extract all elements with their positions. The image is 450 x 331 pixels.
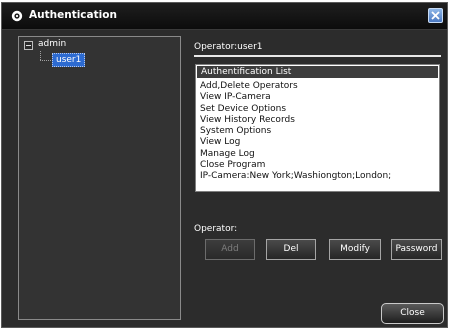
list-item[interactable]: Set Device Options xyxy=(200,104,391,115)
close-button[interactable]: Close xyxy=(381,303,444,324)
password-button[interactable]: Password xyxy=(391,239,442,260)
tree-node-user1[interactable]: user1 xyxy=(52,53,86,67)
list-item[interactable]: View History Records xyxy=(200,115,391,126)
list-item[interactable]: Add,Delete Operators xyxy=(200,81,391,92)
authentication-items: Add,Delete Operators View IP-Camera Set … xyxy=(200,81,391,183)
tree-connector xyxy=(40,51,42,60)
operator-label: Operator: xyxy=(194,224,238,234)
tree-connector xyxy=(40,60,51,62)
authentication-list-header: Authentification List xyxy=(197,66,438,78)
operator-heading: Operator:user1 xyxy=(194,42,263,52)
window-title: Authentication xyxy=(29,9,117,21)
operator-tree[interactable]: admin user1 xyxy=(18,36,181,320)
tree-node-admin[interactable]: admin xyxy=(38,39,66,49)
list-item[interactable]: System Options xyxy=(200,126,391,137)
list-item[interactable]: Close Program xyxy=(200,160,391,171)
divider xyxy=(194,55,441,57)
authentication-list[interactable]: Authentification List Add,Delete Operato… xyxy=(195,64,440,192)
list-item[interactable]: IP-Camera:New York;Washiongton;London; xyxy=(200,171,391,182)
list-item[interactable]: View IP-Camera xyxy=(200,92,391,103)
list-item[interactable]: View Log xyxy=(200,137,391,148)
del-button[interactable]: Del xyxy=(266,239,316,260)
close-icon[interactable] xyxy=(428,8,443,23)
title-bar[interactable]: Authentication xyxy=(2,3,447,30)
close-button-label: Close xyxy=(400,308,425,318)
modify-button[interactable]: Modify xyxy=(329,239,381,260)
add-button[interactable]: Add xyxy=(205,239,255,260)
authentication-dialog: Authentication admin user1 Operator:user… xyxy=(1,2,448,328)
app-logo-icon xyxy=(11,10,23,22)
list-item[interactable]: Manage Log xyxy=(200,149,391,160)
collapse-icon[interactable] xyxy=(24,41,33,50)
